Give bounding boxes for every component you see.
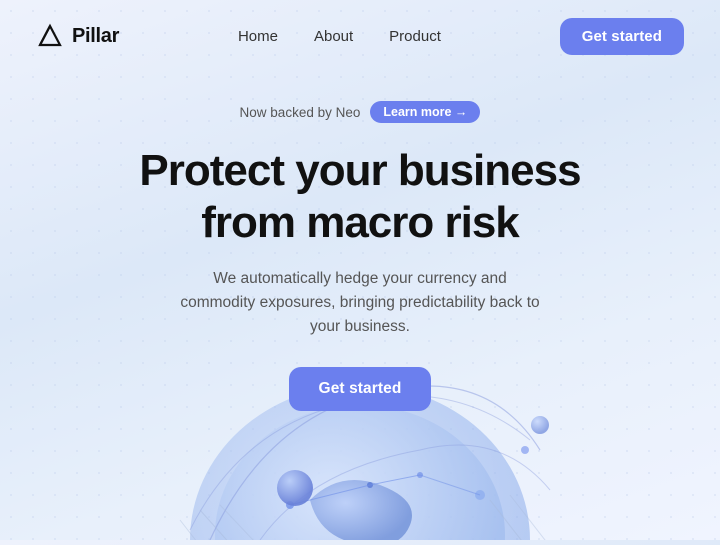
badge-row: Now backed by Neo Learn more → bbox=[0, 101, 720, 123]
badge-text: Now backed by Neo bbox=[240, 105, 361, 120]
hero-title-line1: Protect your business bbox=[139, 146, 580, 195]
hero-title: Protect your business from macro risk bbox=[0, 145, 720, 249]
hero-title-line2: from macro risk bbox=[201, 198, 519, 247]
badge-learn-more-button[interactable]: Learn more → bbox=[370, 101, 480, 123]
hero-cta-button[interactable]: Get started bbox=[289, 367, 432, 411]
nav-link-product[interactable]: Product bbox=[389, 28, 441, 45]
logo-text: Pillar bbox=[72, 25, 119, 48]
logo-icon bbox=[36, 23, 64, 51]
nav-link-about[interactable]: About bbox=[314, 28, 353, 45]
nav-link-home[interactable]: Home bbox=[238, 28, 278, 45]
logo: Pillar bbox=[36, 23, 119, 51]
navbar: Pillar Home About Product Get started bbox=[0, 0, 720, 73]
nav-cta-button[interactable]: Get started bbox=[560, 18, 684, 55]
hero-section: Now backed by Neo Learn more → Protect y… bbox=[0, 73, 720, 411]
hero-subtitle: We automatically hedge your currency and… bbox=[180, 267, 540, 339]
nav-links: Home About Product bbox=[238, 28, 441, 46]
